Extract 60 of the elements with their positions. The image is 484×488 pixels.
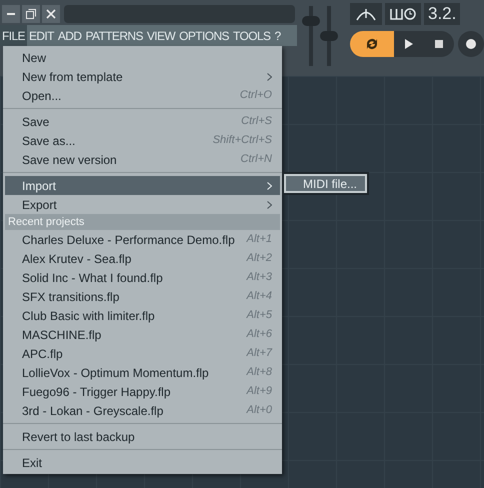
- menu-item[interactable]: Club Basic with limiter.flp Alt+5: [5, 306, 280, 325]
- restore-button[interactable]: [22, 5, 40, 23]
- minimize-button[interactable]: [2, 5, 20, 23]
- metronome-icon: [356, 7, 376, 21]
- minimize-icon: [7, 13, 15, 15]
- menu-item[interactable]: APC.flp Alt+7: [5, 344, 280, 363]
- shortcut-label: Alt+7: [246, 346, 272, 362]
- slider-knob[interactable]: [302, 16, 320, 26]
- tempo-display: 3.2.: [424, 3, 460, 25]
- menu-item[interactable]: LollieVox - Optimum Momentum.flp Alt+8: [5, 363, 280, 382]
- restore-icon: [26, 9, 36, 19]
- menu-item[interactable]: MASCHINE.flp Alt+6: [5, 325, 280, 344]
- shortcut-label: Alt+9: [246, 384, 272, 400]
- shortcut-label: Alt+0: [246, 403, 272, 418]
- menu-item[interactable]: Alex Krutev - Sea.flp Alt+2: [5, 249, 280, 268]
- play-button[interactable]: [394, 31, 424, 57]
- shortcut-label: Alt+5: [246, 308, 272, 324]
- close-button[interactable]: [42, 5, 60, 23]
- loop-button[interactable]: [350, 31, 394, 57]
- menu-item[interactable]: Save new version Ctrl+N: [5, 150, 280, 169]
- menu-section-header: Recent projects: [5, 214, 280, 230]
- menu-item[interactable]: Exit: [5, 453, 280, 472]
- shortcut-label: Alt+6: [246, 327, 272, 342]
- slider-knob[interactable]: [320, 31, 338, 41]
- play-icon: [405, 39, 413, 49]
- shortcut-label: Alt+3: [246, 270, 272, 286]
- shortcut-label: Ctrl+O: [240, 88, 272, 104]
- menu-item[interactable]: Charles Deluxe - Performance Demo.flp Alt+1: [5, 230, 280, 249]
- menu-item[interactable]: Save as... Shift+Ctrl+S: [5, 131, 280, 150]
- shortcut-label: Shift+Ctrl+S: [212, 133, 272, 148]
- shortcut-label: Alt+4: [246, 289, 272, 304]
- menu-item[interactable]: Open... Ctrl+O: [5, 86, 280, 105]
- stop-icon: [435, 40, 443, 48]
- shortcut-label: Ctrl+S: [241, 114, 272, 130]
- vertical-slider[interactable]: [320, 6, 338, 66]
- shortcut-label: Alt+2: [246, 251, 272, 266]
- menu-item[interactable]: Import: [5, 176, 280, 195]
- menu-item[interactable]: New: [5, 48, 280, 67]
- stop-button[interactable]: [424, 31, 454, 57]
- record-button[interactable]: [458, 31, 484, 57]
- menu-item[interactable]: SFX transitions.flp Alt+4: [5, 287, 280, 306]
- record-icon: [466, 39, 476, 49]
- menu-item[interactable]: New from template: [5, 67, 280, 86]
- menu-bar-item[interactable]: FILE: [0, 25, 27, 46]
- close-icon: [46, 9, 56, 19]
- shortcut-label: Alt+1: [246, 232, 272, 248]
- wait-clock-icon: [390, 7, 416, 21]
- menu-item[interactable]: Solid Inc - What I found.flp Alt+3: [5, 268, 280, 287]
- menu-item[interactable]: 3rd - Lokan - Greyscale.flp Alt+0: [5, 401, 280, 420]
- submenu-item[interactable]: MIDI file...: [284, 174, 367, 193]
- vertical-slider[interactable]: [302, 6, 320, 66]
- metronome-button[interactable]: [350, 3, 382, 25]
- menu-item[interactable]: Save Ctrl+S: [5, 112, 280, 131]
- menu-item[interactable]: Export: [5, 195, 280, 214]
- shortcut-label: Alt+8: [246, 365, 272, 380]
- menu-item[interactable]: Fuego96 - Trigger Happy.flp Alt+9: [5, 382, 280, 401]
- loop-arrows-icon: [364, 36, 380, 52]
- menu-item[interactable]: Revert to last backup: [5, 427, 280, 446]
- shortcut-label: Ctrl+N: [240, 152, 272, 168]
- wait-button[interactable]: [385, 3, 421, 25]
